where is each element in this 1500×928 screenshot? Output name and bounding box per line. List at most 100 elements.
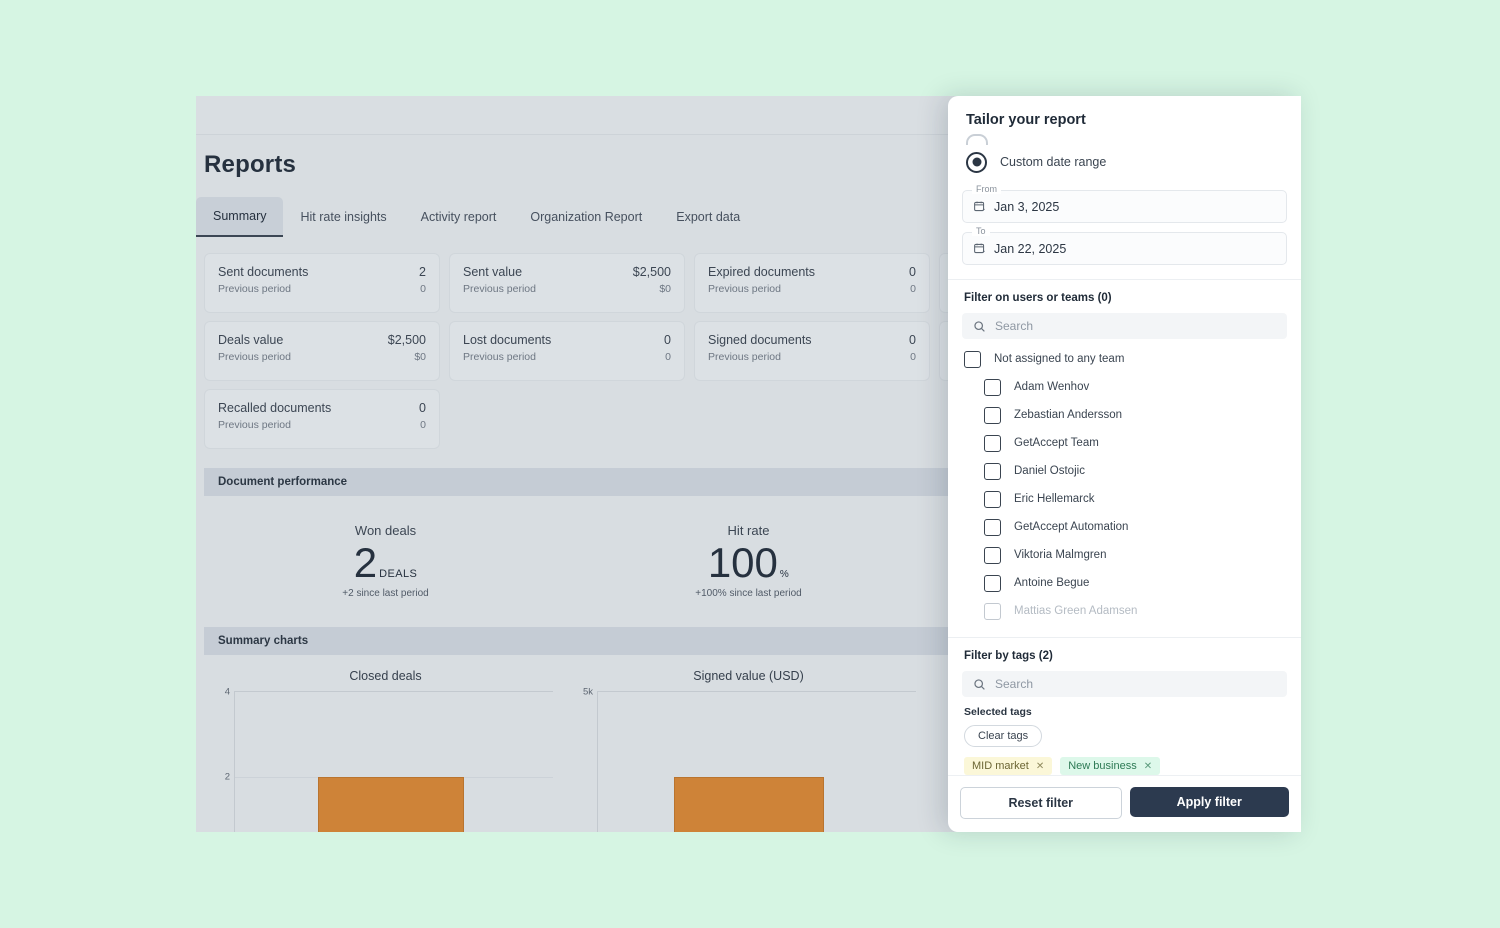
checkbox-label: Adam Wenhov <box>1014 381 1090 393</box>
reset-filter-button[interactable]: Reset filter <box>960 787 1122 819</box>
radio-label: Custom date range <box>1000 155 1107 169</box>
stat-sub-value: 0 <box>910 351 916 363</box>
stat-value: $2,500 <box>387 333 426 347</box>
tag-chip[interactable]: MID market ✕ <box>964 757 1053 775</box>
stat-sub-label: Previous period <box>218 283 291 295</box>
checkbox-label: Daniel Ostojic <box>1014 465 1085 477</box>
tag-chip[interactable]: New business ✕ <box>1060 757 1161 775</box>
chart-plot-area: 5k 0 <box>583 687 916 832</box>
clear-tags-button[interactable]: Clear tags <box>964 725 1043 747</box>
checkbox-row-user[interactable]: GetAccept Automation <box>948 513 1301 541</box>
checkbox-icon[interactable] <box>984 406 1001 424</box>
checkbox-label: Eric Hellemarck <box>1014 493 1095 505</box>
checkbox-row-user[interactable]: Daniel Ostojic <box>948 457 1301 485</box>
tab-hit-rate-insights[interactable]: Hit rate insights <box>283 197 403 237</box>
stat-sub-label: Previous period <box>708 283 781 295</box>
checkbox-label: Zebastian Andersson <box>1014 409 1123 421</box>
checkbox-label: Antoine Begue <box>1014 577 1090 589</box>
stat-card: Sent documents 2 Previous period 0 <box>204 253 440 313</box>
checkbox-row-user[interactable]: Eric Hellemarck <box>948 485 1301 513</box>
metric-delta: +2 since last period <box>342 588 429 599</box>
stat-sub-label: Previous period <box>708 351 781 363</box>
stat-card: Lost documents 0 Previous period 0 <box>449 321 685 381</box>
stat-sub-label: Previous period <box>463 283 536 295</box>
chart-title: Signed value (USD) <box>693 669 804 683</box>
stat-sub-value: $0 <box>659 283 671 295</box>
date-from-legend: From <box>972 184 1001 194</box>
checkbox-icon[interactable] <box>984 490 1001 508</box>
stat-card: Signed documents 0 Previous period 0 <box>694 321 930 381</box>
users-teams-list: Not assigned to any team Adam Wenhov Zeb… <box>948 339 1301 623</box>
date-from-field[interactable]: From Jan 3, 2025 <box>962 184 1287 223</box>
stat-sub-value: 0 <box>420 419 426 431</box>
date-from-value: Jan 3, 2025 <box>994 199 1060 214</box>
report-tabs: Summary Hit rate insights Activity repor… <box>196 197 757 237</box>
stat-label: Lost documents <box>463 333 552 347</box>
tab-summary[interactable]: Summary <box>196 197 284 237</box>
chart-closed-deals: Closed deals 4 2 0 <box>204 669 567 832</box>
checkbox-row-user[interactable]: Antoine Begue <box>948 569 1301 597</box>
tab-export-data[interactable]: Export data <box>659 197 757 237</box>
date-to-field[interactable]: To Jan 22, 2025 <box>962 226 1287 265</box>
checkbox-icon[interactable] <box>984 574 1001 592</box>
checkbox-label: GetAccept Automation <box>1014 521 1129 533</box>
metric-value: 2 <box>353 539 378 586</box>
checkbox-icon[interactable] <box>984 546 1001 564</box>
radio-custom-date-range[interactable]: Custom date range <box>948 143 1301 181</box>
checkbox-row-user[interactable]: Adam Wenhov <box>948 373 1301 401</box>
stat-sub-label: Previous period <box>463 351 536 363</box>
stat-card: Recalled documents 0 Previous period 0 <box>204 389 440 449</box>
chart-title: Closed deals <box>349 669 422 683</box>
search-icon <box>973 320 986 333</box>
checkbox-row-user[interactable]: GetAccept Team <box>948 429 1301 457</box>
users-search-input[interactable]: Search <box>962 313 1287 339</box>
stat-value: 0 <box>419 401 426 415</box>
tags-search-placeholder: Search <box>995 677 1034 691</box>
tab-organization-report[interactable]: Organization Report <box>513 197 659 237</box>
calendar-edit-icon <box>973 200 986 213</box>
stat-sub-value: 0 <box>910 283 916 295</box>
checkbox-icon[interactable] <box>984 518 1001 536</box>
stat-value: 0 <box>664 333 671 347</box>
y-tick: 4 <box>224 686 230 698</box>
bar-closed-deals <box>317 777 464 832</box>
metric-unit: % <box>779 569 790 580</box>
tab-activity-report[interactable]: Activity report <box>404 197 514 237</box>
users-search-placeholder: Search <box>995 319 1034 333</box>
checkbox-row-user[interactable]: Viktoria Malmgren <box>948 541 1301 569</box>
date-to-value: Jan 22, 2025 <box>994 241 1067 256</box>
checkbox-icon[interactable] <box>984 378 1001 396</box>
stat-card: Expired documents 0 Previous period 0 <box>694 253 930 313</box>
stat-sub-value: $0 <box>414 351 426 363</box>
close-icon[interactable]: ✕ <box>1144 761 1152 772</box>
stat-value: 2 <box>419 265 426 279</box>
checkbox-row-user[interactable]: Mattias Green Adamsen <box>948 597 1301 623</box>
close-icon[interactable]: ✕ <box>1036 761 1044 772</box>
stat-card: Sent value $2,500 Previous period $0 <box>449 253 685 313</box>
stat-label: Signed documents <box>708 333 812 347</box>
checkbox-icon[interactable] <box>964 350 981 368</box>
metric-delta: +100% since last period <box>695 588 802 599</box>
checkbox-row-user[interactable]: Zebastian Andersson <box>948 401 1301 429</box>
stat-label: Sent value <box>463 265 523 279</box>
apply-filter-button[interactable]: Apply filter <box>1129 787 1289 817</box>
date-to-legend: To <box>972 226 990 236</box>
checkbox-icon[interactable] <box>984 462 1001 480</box>
panel-scroll-area[interactable]: Custom date range From Jan 3, 2025 To Ja… <box>948 134 1301 623</box>
radio-icon[interactable] <box>966 151 987 173</box>
checkbox-row-not-assigned[interactable]: Not assigned to any team <box>948 345 1301 373</box>
tags-search-input[interactable]: Search <box>962 671 1287 697</box>
stat-label: Deals value <box>218 333 284 347</box>
tags-section-title: Filter by tags (2) <box>964 650 1053 662</box>
checkbox-label: GetAccept Team <box>1014 437 1099 449</box>
metric-unit: DEALS <box>379 568 418 580</box>
stat-value: 0 <box>909 265 916 279</box>
stat-value: $2,500 <box>632 265 671 279</box>
stat-label: Recalled documents <box>218 401 332 415</box>
tag-chip-label: MID market <box>972 760 1029 772</box>
y-tick: 5k <box>582 686 593 698</box>
stat-card: Deals value $2,500 Previous period $0 <box>204 321 440 381</box>
page-title: Reports <box>204 151 297 178</box>
checkbox-icon[interactable] <box>984 602 1001 620</box>
checkbox-icon[interactable] <box>984 434 1001 452</box>
